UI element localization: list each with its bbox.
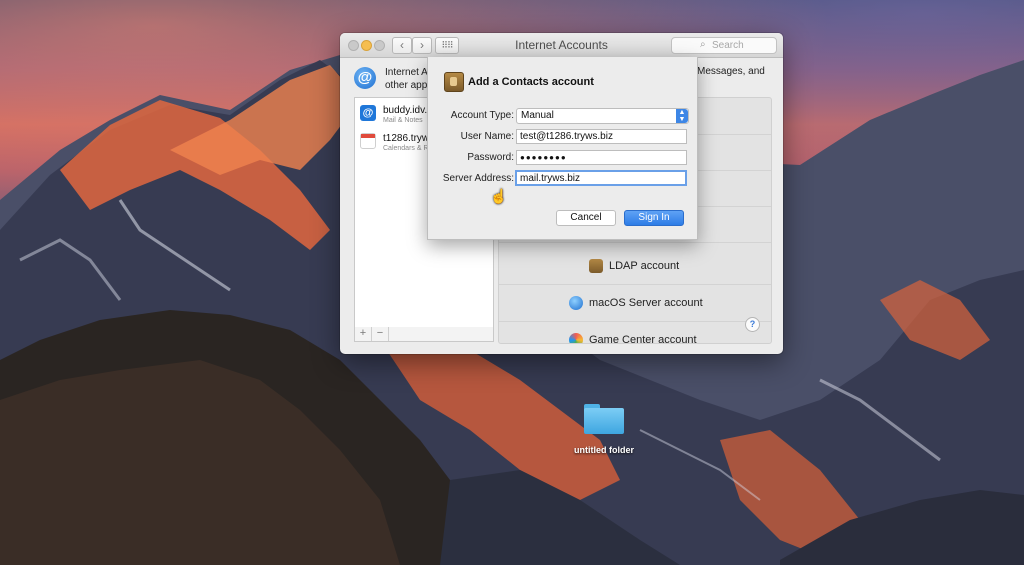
cancel-button[interactable]: Cancel	[556, 210, 616, 226]
search-input[interactable]: ⌕ Search	[671, 37, 777, 54]
contacts-icon	[444, 72, 464, 92]
account-type-value: Manual	[521, 110, 554, 121]
at-sign-icon: @	[360, 105, 376, 121]
provider-game-center[interactable]: Game Center account	[499, 322, 771, 344]
server-address-field[interactable]: mail.tryws.biz	[515, 170, 687, 186]
calendar-icon	[360, 133, 376, 149]
remove-account-button[interactable]: −	[372, 327, 389, 341]
header-description-right: Messages, and	[697, 66, 765, 77]
search-placeholder: Search	[712, 40, 744, 51]
game-center-icon	[569, 333, 583, 343]
search-icon: ⌕	[700, 39, 706, 50]
at-sign-icon: @	[354, 67, 376, 89]
account-subtitle: Mail & Notes	[383, 117, 423, 124]
server-address-label: Server Address:	[442, 173, 514, 184]
provider-label: LDAP account	[609, 260, 680, 272]
account-type-select[interactable]: Manual ▲ ▼	[516, 108, 689, 124]
titlebar: ‹ › ⠿⠿ Internet Accounts ⌕ Search	[340, 33, 783, 58]
ldap-icon	[589, 259, 603, 274]
hand-pointer-icon: ☝	[490, 188, 508, 204]
add-contacts-account-sheet: Add a Contacts account Account Type: Man…	[427, 57, 698, 240]
provider-label: macOS Server account	[589, 297, 703, 309]
account-subtitle: Calendars & R	[383, 145, 429, 152]
accounts-list-toolbar: + −	[354, 327, 494, 342]
macos-server-icon	[569, 296, 583, 311]
username-label: User Name:	[460, 131, 514, 142]
select-arrows-icon: ▲ ▼	[676, 109, 688, 123]
provider-ldap[interactable]: LDAP account	[499, 248, 771, 285]
sheet-title: Add a Contacts account	[468, 76, 594, 88]
provider-label: Game Center account	[589, 334, 697, 344]
username-field[interactable]: test@t1286.tryws.biz	[516, 129, 687, 144]
folder-label[interactable]: untitled folder	[560, 445, 648, 455]
folder-icon[interactable]	[584, 404, 624, 434]
add-account-button[interactable]: +	[355, 327, 372, 341]
password-label: Password:	[467, 152, 514, 163]
account-type-label: Account Type:	[450, 110, 514, 121]
provider-macos-server[interactable]: macOS Server account	[499, 285, 771, 322]
help-button[interactable]: ?	[745, 317, 760, 332]
sign-in-button[interactable]: Sign In	[624, 210, 684, 226]
password-field[interactable]: ●●●●●●●●	[516, 150, 687, 165]
